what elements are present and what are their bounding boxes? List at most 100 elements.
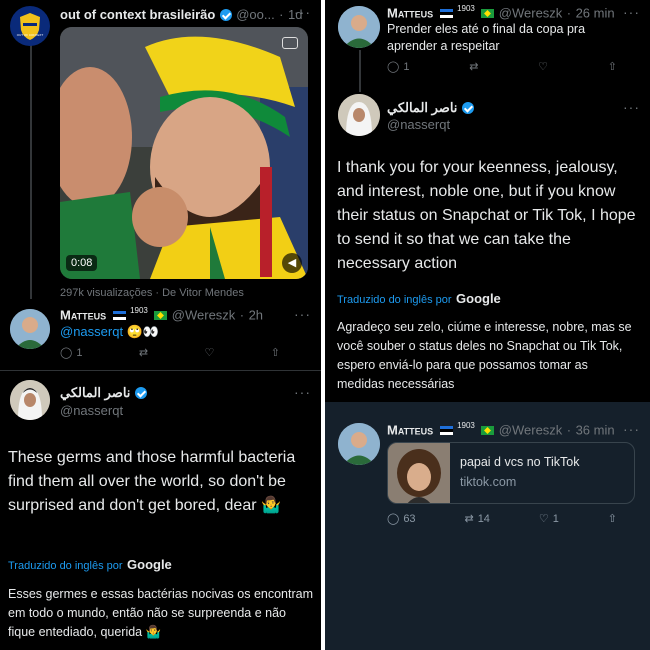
- speaker-icon[interactable]: ◀: [282, 253, 302, 273]
- translated-text: Agradeço seu zelo, ciúme e interesse, no…: [337, 320, 632, 391]
- avatar[interactable]: [338, 423, 380, 465]
- avatar[interactable]: [10, 380, 50, 420]
- timestamp[interactable]: 36 min: [576, 422, 615, 437]
- avatar[interactable]: OUT OF CONTEXT: [10, 6, 50, 46]
- handle[interactable]: @Wereszk: [499, 5, 563, 20]
- share-button[interactable]: ⇧: [271, 346, 280, 359]
- avatar[interactable]: [338, 6, 380, 48]
- mention-link[interactable]: @nasserqt: [60, 324, 123, 339]
- handle[interactable]: @nasserqt: [60, 403, 123, 418]
- media-icon[interactable]: [282, 37, 298, 49]
- like-count: 1: [552, 512, 559, 525]
- tweet-header: out of context brasileirão @oo... · 1d: [60, 6, 302, 24]
- translated-label[interactable]: Traduzido do inglês por: [337, 294, 452, 306]
- retweet-count: 14: [477, 512, 490, 525]
- share-icon: ⇧: [270, 347, 280, 359]
- translated-label[interactable]: Traduzido do inglês por: [8, 560, 123, 572]
- separator: ·: [239, 307, 245, 323]
- handle[interactable]: @oo...: [236, 7, 275, 22]
- estonia-flag-icon: [112, 310, 126, 320]
- view-count: 297k visualizações · De Vitor Mendes: [60, 287, 244, 299]
- tweet-body: Prender eles até o final da copa pra apr…: [387, 22, 586, 53]
- link-card-thumbnail: [388, 443, 450, 503]
- display-name[interactable]: ناصر المالكي: [60, 385, 130, 400]
- separator: ·: [566, 422, 572, 438]
- right-screenshot: Matteus 1903 @Wereszk · 26 min ··· Prend…: [325, 0, 650, 650]
- tweet-header: ناصر المالكي: [60, 384, 147, 402]
- tweet-header: Matteus 1903 @Wereszk · 36 min: [387, 421, 615, 439]
- handle[interactable]: @Wereszk: [499, 422, 563, 437]
- google-logo: Google: [456, 291, 501, 306]
- retweet-button[interactable]: ⇄: [139, 346, 148, 359]
- video-frame: [60, 27, 308, 279]
- display-name[interactable]: Matteus: [60, 307, 106, 322]
- google-logo: Google: [127, 557, 172, 572]
- reply-button[interactable]: ◯ 63: [387, 512, 416, 526]
- link-card-domain: tiktok.com: [460, 475, 517, 489]
- display-name[interactable]: Matteus: [387, 422, 433, 437]
- tweet-body: I thank you for your keenness, jealousy,…: [337, 159, 636, 272]
- display-name[interactable]: ناصر المالكي: [387, 100, 457, 115]
- tweet-header: Matteus 1903 @Wereszk · 26 min: [387, 4, 615, 22]
- separator: ·: [279, 7, 284, 22]
- reply-icon: ◯: [60, 347, 73, 359]
- brazil-flag-icon: [154, 310, 168, 320]
- reply-count: 63: [403, 512, 416, 525]
- translation-attribution: Traduzido do inglês por Google: [337, 290, 501, 308]
- timestamp[interactable]: 26 min: [576, 5, 615, 20]
- more-icon[interactable]: ···: [623, 99, 640, 115]
- left-screenshot: OUT OF CONTEXT out of context brasileirã…: [0, 0, 321, 650]
- timestamp[interactable]: 2h: [249, 307, 263, 322]
- share-button[interactable]: ⇧: [608, 60, 617, 73]
- share-icon: ⇧: [607, 513, 617, 525]
- more-icon[interactable]: ···: [623, 4, 640, 20]
- flag-number: 1903: [457, 421, 475, 430]
- link-card[interactable]: papai d vcs no TikTok tiktok.com: [387, 442, 635, 504]
- tweet-header: ناصر المالكي: [387, 99, 474, 117]
- more-icon[interactable]: ···: [294, 384, 311, 400]
- video-time: 0:08: [66, 255, 98, 271]
- brazil-flag-icon: [481, 8, 495, 18]
- translated-text: Esses germes e essas bactérias nocivas o…: [8, 587, 313, 639]
- estonia-flag-icon: [439, 425, 453, 435]
- verified-badge-icon: [134, 386, 147, 399]
- reply-button[interactable]: ◯ 1: [60, 346, 83, 360]
- share-button[interactable]: ⇧: [608, 512, 617, 525]
- like-button[interactable]: ♡ 1: [538, 512, 559, 526]
- reply-count: 1: [76, 346, 83, 359]
- tweet-body: @nasserqt 🙄👀: [60, 324, 159, 340]
- link-card-title: papai d vcs no TikTok: [460, 455, 580, 469]
- action-bar: ◯ 63 ⇄ 14 ♡ 1 ⇧: [387, 512, 617, 526]
- reply-icon: ◯: [387, 513, 400, 525]
- translation-attribution: Traduzido do inglês por Google: [8, 556, 172, 574]
- more-icon[interactable]: ···: [294, 4, 311, 20]
- avatar[interactable]: [10, 309, 50, 349]
- video-player[interactable]: 0:08 ◀: [60, 27, 308, 279]
- brazil-flag-icon: [481, 425, 495, 435]
- action-bar: ◯ 1 ⇄ ♡ ⇧: [387, 60, 617, 74]
- like-button[interactable]: ♡: [538, 60, 548, 73]
- more-icon[interactable]: ···: [294, 306, 311, 322]
- heart-icon: ♡: [538, 61, 549, 73]
- heart-icon: ♡: [538, 513, 549, 525]
- retweet-button[interactable]: ⇄ 14: [464, 512, 490, 526]
- handle[interactable]: @nasserqt: [387, 117, 450, 132]
- estonia-flag-icon: [439, 8, 453, 18]
- verified-badge-icon: [219, 8, 232, 21]
- retweet-icon: ⇄: [464, 513, 474, 525]
- thread-line: [359, 50, 361, 92]
- emoji-text: 🙄👀: [126, 324, 160, 339]
- more-icon[interactable]: ···: [623, 421, 640, 437]
- avatar[interactable]: [338, 94, 380, 136]
- flag-number: 1903: [130, 306, 148, 315]
- handle[interactable]: @Wereszk: [172, 307, 236, 322]
- reply-count: 1: [403, 60, 410, 73]
- retweet-button[interactable]: ⇄: [469, 60, 478, 73]
- retweet-icon: ⇄: [138, 347, 149, 359]
- thread-line: [30, 44, 32, 299]
- display-name[interactable]: out of context brasileirão: [60, 7, 215, 22]
- display-name[interactable]: Matteus: [387, 5, 433, 20]
- like-button[interactable]: ♡: [204, 346, 214, 359]
- retweet-icon: ⇄: [469, 61, 479, 73]
- reply-button[interactable]: ◯ 1: [387, 60, 410, 74]
